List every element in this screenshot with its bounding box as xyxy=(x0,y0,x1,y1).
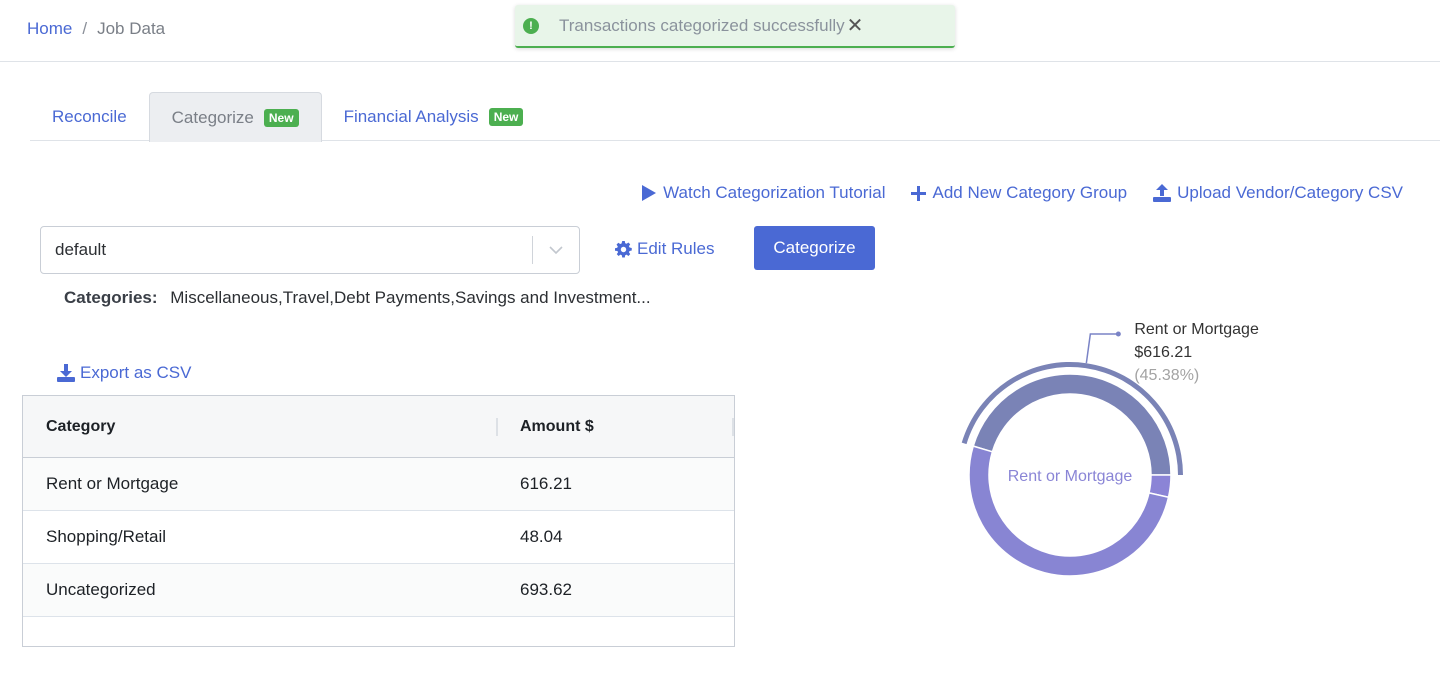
edit-rules-link[interactable]: Edit Rules xyxy=(615,239,714,259)
action-links: Watch Categorization Tutorial Add New Ca… xyxy=(641,183,1403,203)
table-row[interactable]: Rent or Mortgage 616.21 xyxy=(23,458,734,511)
watch-tutorial-label: Watch Categorization Tutorial xyxy=(663,183,886,202)
column-resizer[interactable] xyxy=(732,418,734,436)
export-csv-link[interactable]: Export as CSV xyxy=(57,363,192,383)
column-resizer[interactable] xyxy=(496,418,498,436)
categories-value: Miscellaneous,Travel,Debt Payments,Savin… xyxy=(170,288,651,307)
cell-amount: 616.21 xyxy=(520,474,572,493)
breadcrumb-separator: / xyxy=(82,19,88,38)
tooltip-value: $616.21 xyxy=(1134,344,1192,361)
cell-amount: 48.04 xyxy=(520,527,563,546)
edit-rules-label: Edit Rules xyxy=(637,239,715,258)
tooltip-leader-line xyxy=(1085,333,1119,364)
upload-icon xyxy=(1153,184,1172,202)
tab-bar: Reconcile Categorize New Financial Analy… xyxy=(30,92,1440,142)
export-csv-label: Export as CSV xyxy=(80,363,192,382)
success-toast: ! Transactions categorized successfully … xyxy=(515,5,955,48)
column-header-category[interactable]: Category xyxy=(46,418,115,436)
cell-category: Rent or Mortgage xyxy=(46,474,179,493)
watch-tutorial-link[interactable]: Watch Categorization Tutorial xyxy=(641,183,885,203)
play-icon xyxy=(642,185,657,201)
plus-icon xyxy=(911,185,927,201)
add-category-group-link[interactable]: Add New Category Group xyxy=(911,183,1127,203)
new-badge: New xyxy=(488,107,524,126)
tab-categorize[interactable]: Categorize New xyxy=(148,92,322,142)
cell-category: Uncategorized xyxy=(46,580,156,599)
category-group-select[interactable]: default xyxy=(40,226,580,274)
tooltip-category: Rent or Mortgage xyxy=(1134,321,1259,338)
categorize-button[interactable]: Categorize xyxy=(754,226,875,270)
upload-csv-link[interactable]: Upload Vendor/Category CSV xyxy=(1153,183,1403,203)
tab-label: Reconcile xyxy=(52,106,127,126)
table-header: Category Amount $ xyxy=(23,396,734,458)
upload-csv-label: Upload Vendor/Category CSV xyxy=(1177,183,1403,202)
categories-summary: Categories: Miscellaneous,Travel,Debt Pa… xyxy=(64,288,651,308)
chevron-down-icon[interactable] xyxy=(533,245,579,255)
add-category-group-label: Add New Category Group xyxy=(932,183,1128,202)
cell-amount: 693.62 xyxy=(520,580,572,599)
column-header-amount[interactable]: Amount $ xyxy=(520,418,594,436)
table-row[interactable]: Uncategorized 693.62 xyxy=(23,564,734,617)
exclamation-circle-icon: ! xyxy=(523,17,539,34)
tab-label: Financial Analysis xyxy=(343,106,479,126)
toast-message: Transactions categorized successfully xyxy=(559,15,845,35)
donut-slice-uncategorized[interactable] xyxy=(968,445,1170,577)
tab-reconcile[interactable]: Reconcile xyxy=(30,92,149,141)
tab-label: Categorize xyxy=(171,107,254,127)
cell-category: Shopping/Retail xyxy=(46,527,167,546)
donut-center-label: Rent or Mortgage xyxy=(1008,468,1133,485)
new-badge: New xyxy=(263,108,299,127)
tooltip-leader-dot xyxy=(1115,331,1121,337)
header-divider xyxy=(0,61,1440,62)
gear-icon xyxy=(615,240,632,257)
tab-financial-analysis[interactable]: Financial Analysis New xyxy=(322,92,546,141)
select-value: default xyxy=(55,240,107,259)
download-icon xyxy=(57,364,75,382)
breadcrumb-home-link[interactable]: Home xyxy=(27,19,72,39)
category-table: Category Amount $ Rent or Mortgage 616.2… xyxy=(22,395,735,647)
table-body: Rent or Mortgage 616.21 Shopping/Retail … xyxy=(23,458,734,617)
category-donut-chart: Rent or Mortgage $616.21 (45.38%) Rent o… xyxy=(961,321,1259,577)
breadcrumb-current: Job Data xyxy=(97,19,166,38)
breadcrumb: Home / Job Data xyxy=(27,19,165,39)
tooltip-percent: (45.38%) xyxy=(1134,367,1199,384)
table-row[interactable]: Shopping/Retail 48.04 xyxy=(23,511,734,564)
close-icon[interactable]: ✕ xyxy=(847,16,864,36)
categories-label: Categories: xyxy=(64,288,158,307)
